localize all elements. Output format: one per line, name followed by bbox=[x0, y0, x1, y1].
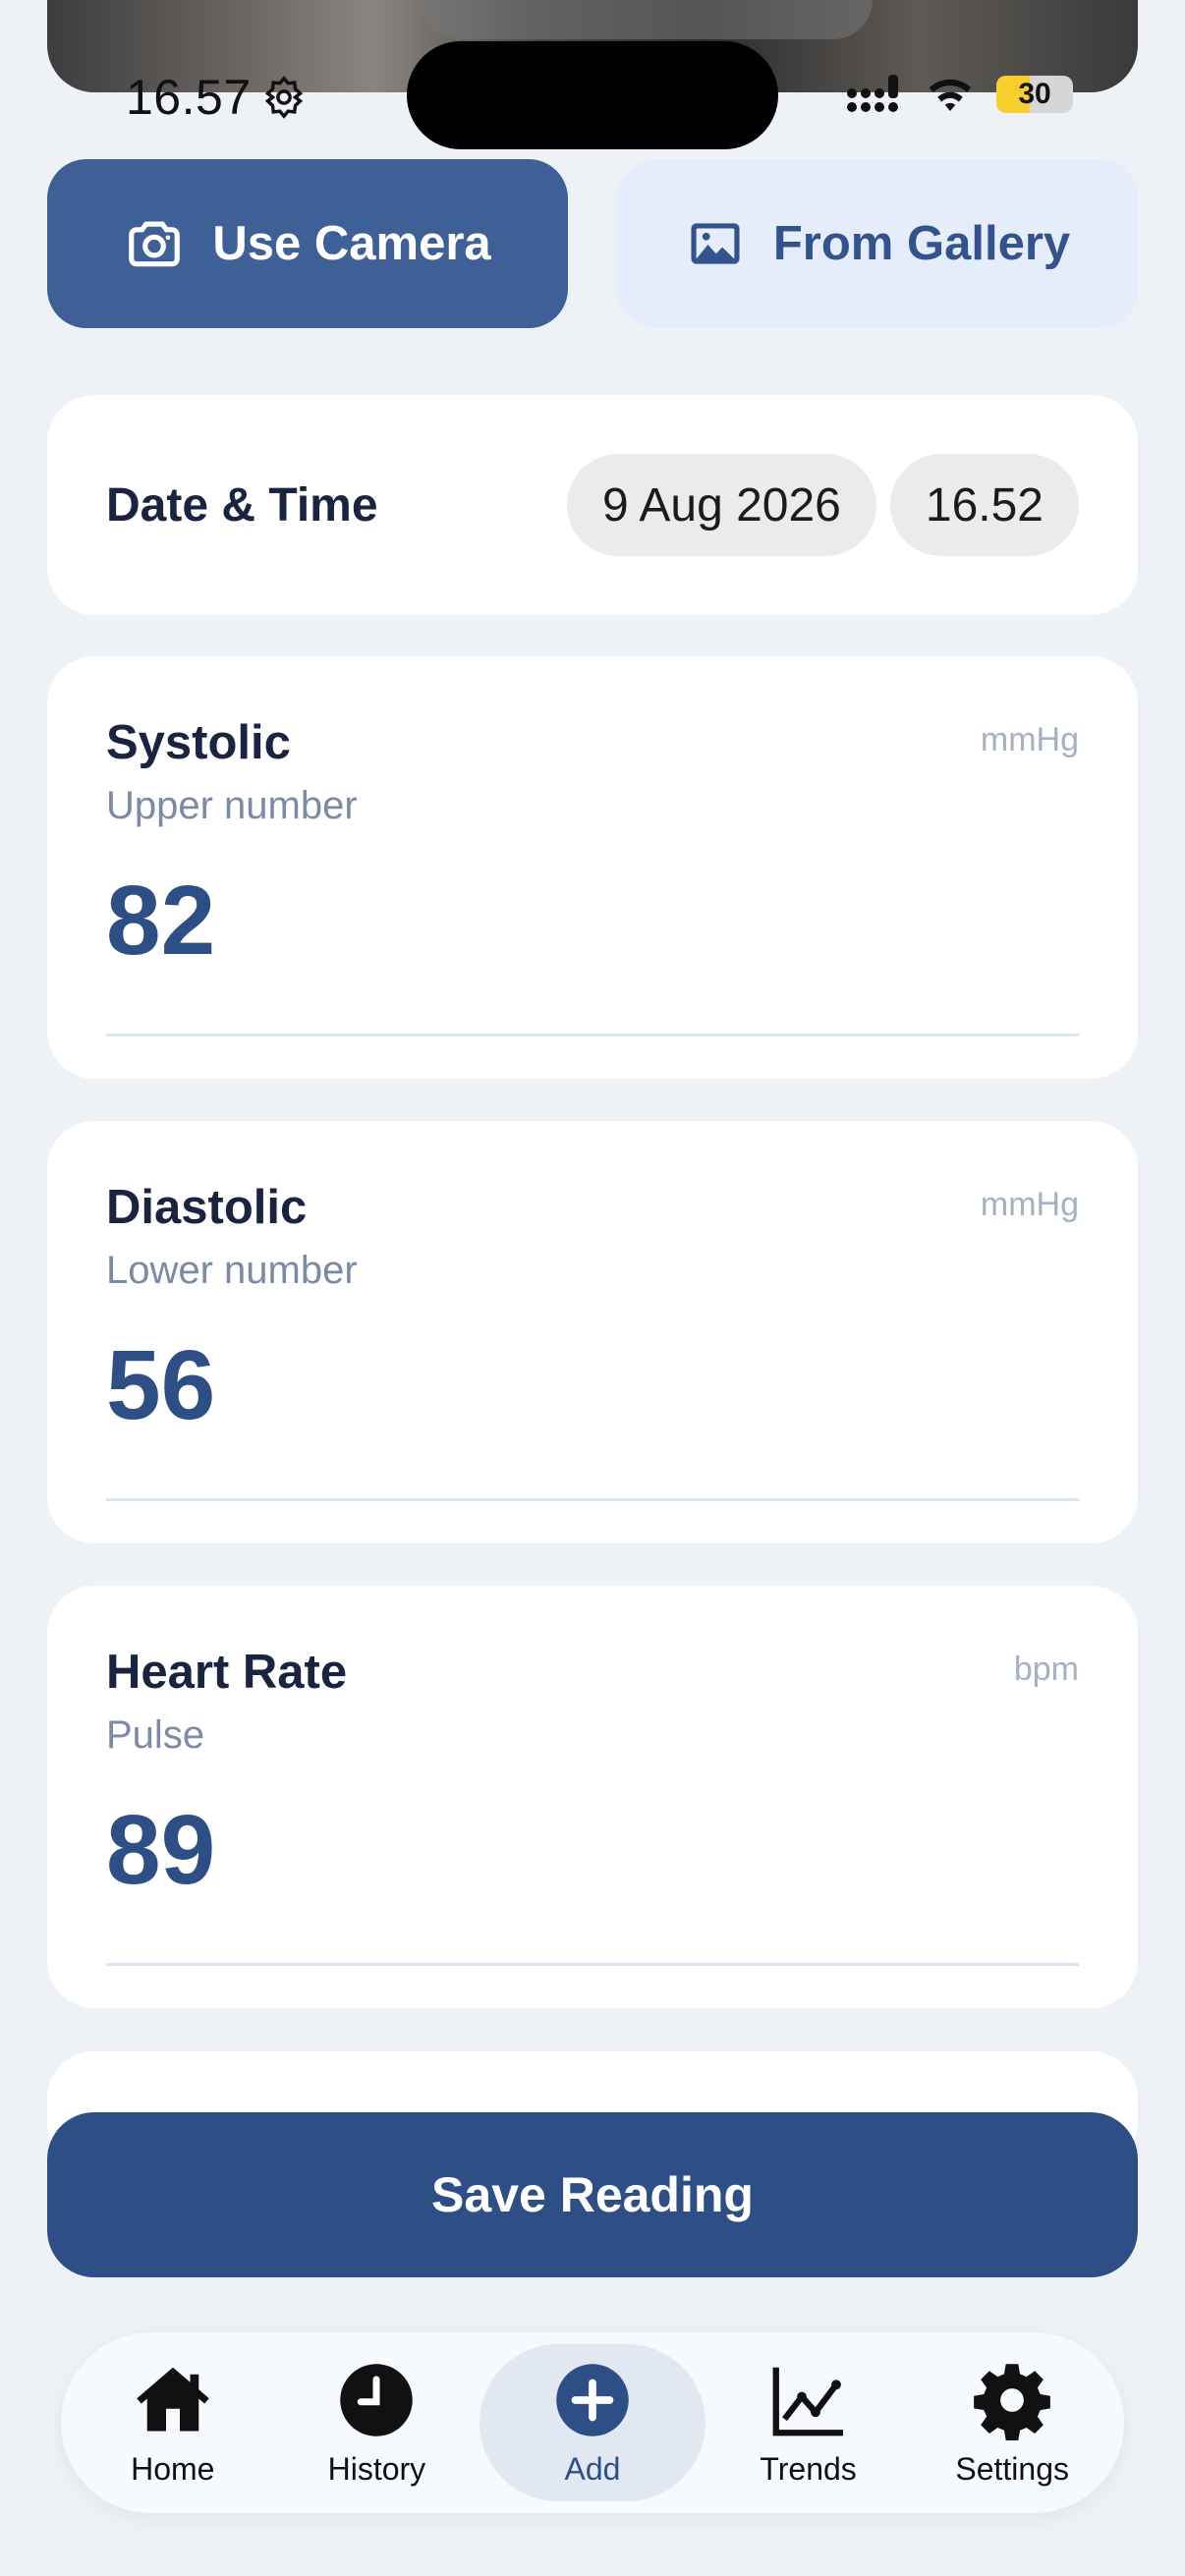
input-underline bbox=[106, 1963, 1079, 1966]
dynamic-island bbox=[407, 41, 778, 149]
status-time-text: 16.57 bbox=[126, 70, 252, 125]
systolic-input[interactable]: 82 bbox=[106, 871, 1079, 970]
metric-subtitle: Lower number bbox=[106, 1249, 358, 1292]
home-icon bbox=[137, 2367, 209, 2431]
systolic-card: Systolic Upper number mmHg 82 bbox=[47, 656, 1138, 1079]
image-icon bbox=[691, 223, 740, 264]
use-camera-button[interactable]: Use Camera bbox=[47, 159, 568, 328]
nav-trends[interactable]: Trends bbox=[707, 2344, 910, 2501]
metric-subtitle: Upper number bbox=[106, 784, 358, 827]
input-underline bbox=[106, 1498, 1079, 1501]
from-gallery-label: From Gallery bbox=[772, 217, 1071, 270]
wifi-icon bbox=[929, 79, 972, 111]
datetime-card: Date & Time 9 Aug 2026 16.52 bbox=[47, 395, 1138, 615]
nav-home[interactable]: Home bbox=[72, 2344, 274, 2501]
nav-add[interactable]: Add bbox=[479, 2344, 705, 2501]
clock-icon bbox=[340, 2363, 414, 2436]
cellular-signal-icon bbox=[847, 75, 898, 112]
settings-status-icon bbox=[264, 76, 303, 119]
plus-circle-icon bbox=[556, 2363, 629, 2436]
battery-indicator: 30 bbox=[996, 76, 1073, 113]
metric-title: Systolic bbox=[106, 716, 291, 769]
nav-history-label: History bbox=[327, 2450, 426, 2487]
bottom-nav: Home History Add Trends Settings bbox=[61, 2332, 1124, 2513]
heart-rate-card: Heart Rate Pulse bpm 89 bbox=[47, 1586, 1138, 2008]
battery-level: 30 bbox=[1018, 78, 1051, 110]
date-picker-chip[interactable]: 9 Aug 2026 bbox=[566, 454, 876, 556]
metric-title: Heart Rate bbox=[106, 1646, 348, 1699]
status-time: 16.57 bbox=[126, 69, 307, 126]
camera-icon bbox=[129, 221, 181, 267]
status-right: 30 bbox=[847, 75, 1073, 114]
metric-subtitle: Pulse bbox=[106, 1713, 205, 1757]
diastolic-input[interactable]: 56 bbox=[106, 1336, 1079, 1434]
nav-home-label: Home bbox=[131, 2450, 215, 2487]
save-reading-label: Save Reading bbox=[431, 2167, 754, 2222]
nav-settings-label: Settings bbox=[955, 2450, 1069, 2487]
metric-title: Diastolic bbox=[106, 1181, 308, 1234]
metric-unit: bpm bbox=[1013, 1651, 1079, 1688]
save-reading-button[interactable]: Save Reading bbox=[47, 2112, 1138, 2277]
nav-add-label: Add bbox=[564, 2450, 621, 2487]
image-source-buttons: Use Camera From Gallery bbox=[47, 159, 1138, 328]
diastolic-card: Diastolic Lower number mmHg 56 bbox=[47, 1121, 1138, 1543]
nav-trends-label: Trends bbox=[760, 2450, 857, 2487]
gear-icon bbox=[974, 2363, 1051, 2440]
heart-rate-input[interactable]: 89 bbox=[106, 1801, 1079, 1899]
nav-settings[interactable]: Settings bbox=[911, 2344, 1113, 2501]
preview-overlay bbox=[421, 0, 873, 39]
metric-unit: mmHg bbox=[980, 1186, 1079, 1223]
nav-history[interactable]: History bbox=[275, 2344, 478, 2501]
chart-line-icon bbox=[772, 2367, 843, 2436]
input-underline bbox=[106, 1034, 1079, 1036]
datetime-label: Date & Time bbox=[106, 478, 378, 532]
metric-unit: mmHg bbox=[980, 721, 1079, 758]
time-picker-chip[interactable]: 16.52 bbox=[889, 454, 1079, 556]
use-camera-label: Use Camera bbox=[212, 217, 491, 270]
from-gallery-button[interactable]: From Gallery bbox=[617, 159, 1138, 328]
